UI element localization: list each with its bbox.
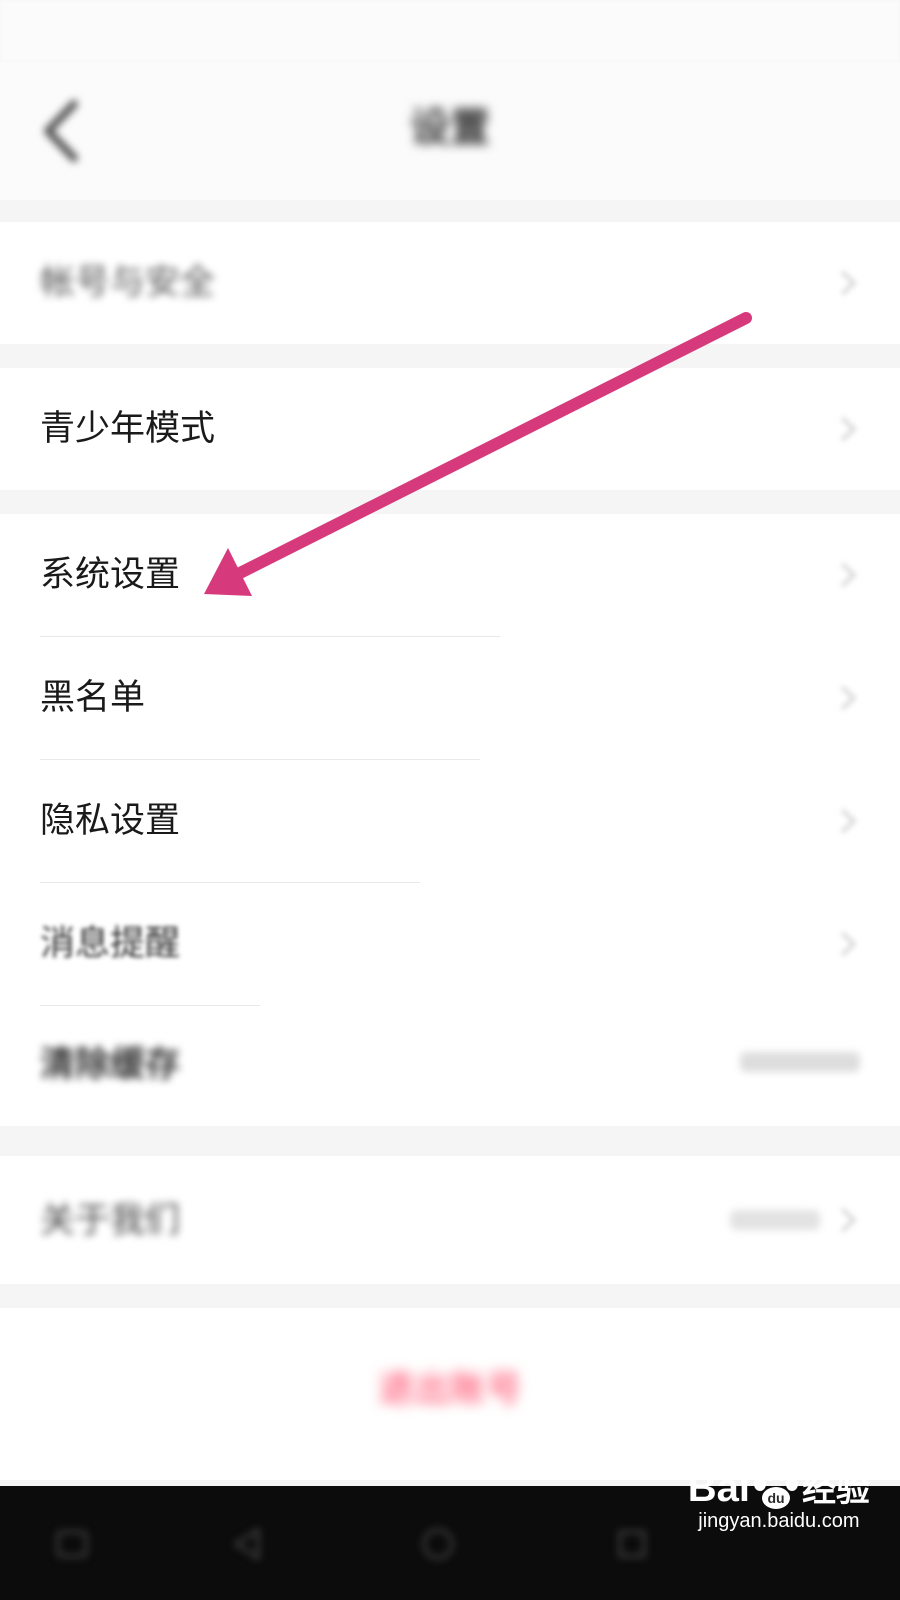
row-label-account-security: 帐号与安全 <box>40 263 216 303</box>
row-privacy-settings[interactable]: 隐私设置 <box>0 760 900 882</box>
chevron-right-icon <box>840 270 857 296</box>
row-about[interactable]: 关于我们 <box>0 1156 900 1284</box>
chevron-right-icon <box>840 931 857 957</box>
home-icon[interactable] <box>418 1524 458 1564</box>
row-label-blacklist: 黑名单 <box>40 678 146 718</box>
row-clear-cache[interactable]: 清除缓存 <box>0 1006 900 1126</box>
paw-icon: du <box>754 1469 798 1510</box>
chevron-right-icon <box>840 562 857 588</box>
row-system-settings[interactable]: 系统设置 <box>0 514 900 636</box>
back-icon[interactable] <box>228 1524 268 1564</box>
row-blacklist[interactable]: 黑名单 <box>0 637 900 759</box>
row-teen-mode[interactable]: 青少年模式 <box>0 368 900 490</box>
watermark-url: jingyan.baidu.com <box>698 1510 860 1533</box>
row-label-privacy-settings: 隐私设置 <box>40 801 181 841</box>
logout-section: 退出账号 <box>0 1308 900 1480</box>
row-account-security[interactable]: 帐号与安全 <box>0 222 900 344</box>
chevron-right-icon <box>840 808 857 834</box>
chevron-right-icon <box>840 416 857 442</box>
page-title: 设置 <box>410 105 490 151</box>
row-label-system-settings: 系统设置 <box>40 555 181 595</box>
status-bar <box>0 0 900 62</box>
settings-group: 系统设置 黑名单 隐私设置 消息提醒 清除缓存 <box>0 514 900 1126</box>
row-label-about: 关于我们 <box>40 1201 181 1241</box>
row-message-notify[interactable]: 消息提醒 <box>0 883 900 1005</box>
watermark: Bai du 经验 jingyan.baidu.com <box>688 1462 870 1533</box>
row-label-clear-cache: 清除缓存 <box>40 1045 181 1085</box>
watermark-logo: Bai du 经验 <box>688 1462 870 1512</box>
chevron-right-icon <box>840 685 857 711</box>
cache-size-value <box>740 1052 860 1072</box>
svg-text:du: du <box>767 1490 784 1506</box>
chevron-right-icon <box>840 1207 857 1233</box>
row-label-message-notify: 消息提醒 <box>40 924 181 964</box>
menu-icon[interactable] <box>52 1524 92 1564</box>
version-value <box>730 1210 820 1230</box>
logout-button[interactable]: 退出账号 <box>0 1360 900 1412</box>
watermark-brand: Bai <box>687 1466 750 1510</box>
watermark-brand-cn: 经验 <box>802 1471 870 1509</box>
row-label-teen-mode: 青少年模式 <box>40 409 216 449</box>
recents-icon[interactable] <box>612 1524 652 1564</box>
header: 设置 <box>0 62 900 200</box>
